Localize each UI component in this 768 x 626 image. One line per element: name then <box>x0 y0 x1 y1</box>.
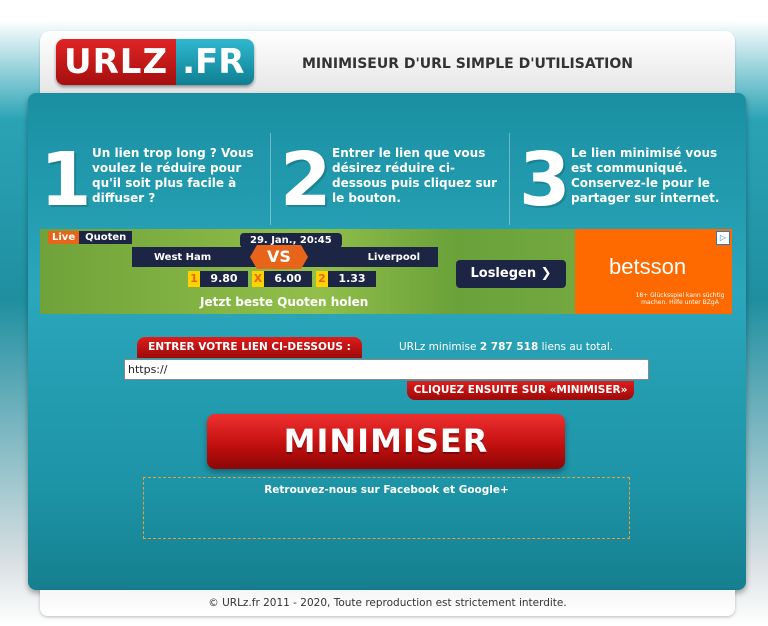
step-text: Le lien minimisé vous est communiqué. Co… <box>571 146 720 205</box>
step-text: Entrer le lien que vous désirez réduire … <box>332 146 498 205</box>
site-tagline: MINIMISEUR D'URL SIMPLE D'UTILISATION <box>302 56 633 72</box>
betsson-panel: betsson 18+ Glücksspiel kann süchtig mac… <box>575 229 732 314</box>
logo-urlz: URLZ <box>56 39 177 85</box>
total-links-stats: URLz minimise 2 787 518 liens au total. <box>399 341 613 353</box>
away-team: Liverpool <box>367 251 420 263</box>
step-2: 2 Entrer le lien que vous désirez réduir… <box>280 131 505 221</box>
ad-cta-text: Jetzt beste Quoten holen <box>200 295 369 309</box>
vs-badge: VS <box>250 245 308 269</box>
stats-prefix: URLz minimise <box>399 341 480 353</box>
ad-legal-text: 18+ Glücksspiel kann süchtig machen. Hil… <box>635 292 725 306</box>
step-divider <box>509 133 510 225</box>
top-navigation: Raccourcir API & Module Contact <box>467 0 696 20</box>
step-number: 3 <box>519 137 571 223</box>
click-minimiser-label: CLIQUEZ ENSUITE SUR «MINIMISER» <box>407 381 634 400</box>
nav-link-contact[interactable]: Contact <box>651 0 696 20</box>
odd-value: 9.80 <box>200 271 248 287</box>
odd-draw[interactable]: X 6.00 <box>252 271 312 287</box>
advertisement-banner[interactable]: Live Quoten West Ham Liverpool 29. Jan.,… <box>40 229 732 314</box>
adchoices-icon[interactable]: ▷ <box>716 231 730 245</box>
step-divider <box>270 133 271 225</box>
url-input[interactable] <box>124 359 649 380</box>
site-footer: © URLz.fr 2011 - 2020, Toute reproductio… <box>40 590 735 616</box>
step-3: 3 Le lien minimisé vous est communiqué. … <box>519 131 739 221</box>
stats-count: 2 787 518 <box>479 341 539 353</box>
home-team: West Ham <box>154 251 212 263</box>
nav-link-raccourcir[interactable]: Raccourcir <box>467 0 530 20</box>
stats-suffix: liens au total. <box>538 341 614 353</box>
odd-value: 6.00 <box>264 271 312 287</box>
odd-key: 2 <box>316 271 328 287</box>
betsson-logo: betsson <box>609 254 687 279</box>
enter-link-label: ENTRER VOTRE LIEN CI-DESSOUS : <box>137 337 362 358</box>
quoten-label: Quoten <box>79 231 133 244</box>
step-1: 1 Un lien trop long ? Vous voulez le réd… <box>40 131 265 221</box>
odds-row: 1 9.80 X 6.00 2 1.33 <box>188 271 376 287</box>
nav-link-api-module[interactable]: API & Module <box>546 0 623 20</box>
loslegen-button[interactable]: Loslegen ❯ <box>456 260 566 288</box>
site-logo[interactable]: URLZ .FR <box>56 39 255 85</box>
odd-home[interactable]: 1 9.80 <box>188 271 248 287</box>
logo-fr: .FR <box>176 39 255 85</box>
copyright-text: © URLz.fr 2011 - 2020, Toute reproductio… <box>208 597 567 609</box>
live-label: Live <box>48 231 80 244</box>
odd-key: 1 <box>188 271 200 287</box>
site-header: URLZ .FR MINIMISEUR D'URL SIMPLE D'UTILI… <box>40 31 735 93</box>
odd-key: X <box>252 271 264 287</box>
live-quoten-badge: Live Quoten <box>48 231 133 244</box>
step-number: 1 <box>40 137 92 223</box>
social-text: Retrouvez-nous sur Facebook et Google+ <box>264 484 509 496</box>
step-text: Un lien trop long ? Vous voulez le rédui… <box>92 146 254 205</box>
odd-value: 1.33 <box>328 271 376 287</box>
odd-away[interactable]: 2 1.33 <box>316 271 376 287</box>
minimiser-button[interactable]: MINIMISER <box>207 414 565 469</box>
step-number: 2 <box>280 137 332 223</box>
social-box: Retrouvez-nous sur Facebook et Google+ <box>143 477 630 539</box>
